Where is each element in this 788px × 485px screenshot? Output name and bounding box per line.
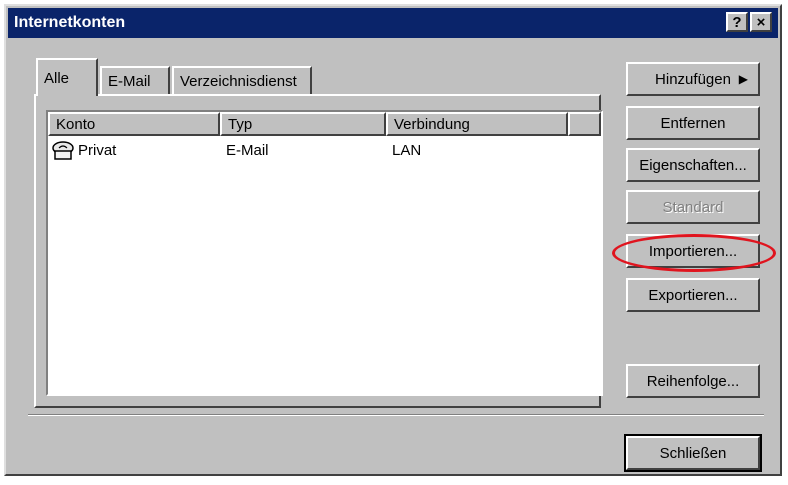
- column-header-typ[interactable]: Typ: [220, 112, 386, 136]
- set-default-button[interactable]: Standard: [626, 190, 760, 224]
- close-icon[interactable]: ×: [750, 12, 772, 32]
- order-button[interactable]: Reihenfolge...: [626, 364, 760, 398]
- title-bar: Internetkonten ? ×: [8, 8, 778, 38]
- column-header-verbindung[interactable]: Verbindung: [386, 112, 568, 136]
- properties-button[interactable]: Eigenschaften...: [626, 148, 760, 182]
- internet-accounts-dialog: Internetkonten ? × Alle E-Mail Verzeichn…: [4, 4, 782, 476]
- help-button[interactable]: ?: [726, 12, 748, 32]
- add-button[interactable]: Hinzufügen ▶: [626, 62, 760, 96]
- accounts-list[interactable]: Konto Typ Verbindung Privat E-Mail LAN: [46, 110, 603, 396]
- account-icon: [50, 140, 76, 166]
- column-header-filler: [568, 112, 601, 136]
- export-button[interactable]: Exportieren...: [626, 278, 760, 312]
- tab-all[interactable]: Alle: [36, 58, 98, 96]
- highlight-ellipse: [612, 234, 776, 272]
- window-title: Internetkonten: [14, 14, 126, 31]
- account-type: E-Mail: [226, 142, 269, 159]
- remove-button[interactable]: Entfernen: [626, 106, 760, 140]
- account-connection: LAN: [392, 142, 422, 159]
- list-item[interactable]: Privat E-Mail LAN: [48, 140, 601, 164]
- arrow-right-icon: ▶: [738, 72, 748, 86]
- column-header-konto[interactable]: Konto: [48, 112, 220, 136]
- account-name: Privat: [78, 142, 117, 159]
- tab-email[interactable]: E-Mail: [100, 66, 170, 94]
- tab-directory-service[interactable]: Verzeichnisdienst: [172, 66, 312, 94]
- close-button[interactable]: Schließen: [624, 434, 762, 472]
- divider: [28, 414, 764, 416]
